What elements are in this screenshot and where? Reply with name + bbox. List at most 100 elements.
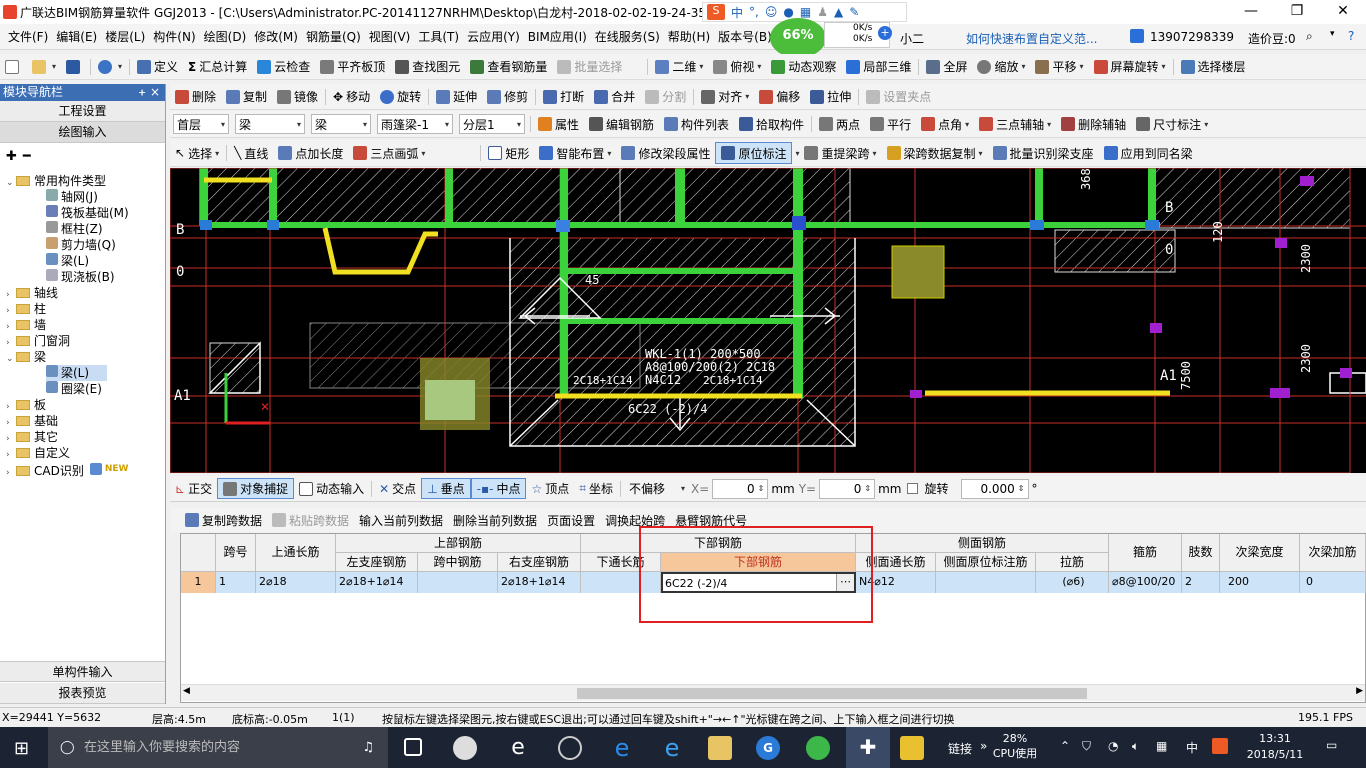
tree-shear-wall[interactable]: 剪力墙(Q) <box>46 237 116 253</box>
x-input[interactable]: 0 ⇕ <box>712 478 769 499</box>
tree-foundation[interactable]: › 基础 <box>6 413 58 429</box>
tree-beam-common[interactable]: 梁(L) <box>46 253 89 269</box>
re-extract-span-button[interactable]: 重提梁跨 ▾ <box>799 140 881 166</box>
menu-online[interactable]: 在线服务(S) <box>591 24 664 50</box>
edge-legacy-icon[interactable]: e <box>506 736 530 760</box>
view-rebar-button[interactable]: 查看钢筋量 <box>465 54 552 79</box>
file-explorer-icon[interactable] <box>708 736 732 760</box>
dynamic-input-toggle[interactable]: 动态输入 <box>294 476 369 501</box>
rotate-button[interactable]: 旋转 <box>375 84 426 109</box>
three-point-arc-button[interactable]: 三点画弧 ▾ <box>348 140 430 166</box>
project-settings-button[interactable]: 工程设置 <box>0 101 165 122</box>
delete-button[interactable]: 删除 <box>170 84 221 109</box>
zoom-button[interactable]: 缩放 ▾ <box>972 54 1030 79</box>
mirror-button[interactable]: 镜像 <box>272 84 323 109</box>
rotate-input[interactable]: 0.000 ⇕ <box>960 478 1029 499</box>
three-point-axis-button[interactable]: 三点辅轴 ▾ <box>974 111 1056 137</box>
select-floor-button[interactable]: 选择楼层 <box>1176 54 1251 79</box>
copy-span-data-grid-button[interactable]: 复制跨数据 <box>180 508 267 532</box>
net-widget[interactable]: 66% 0K/s 0K/s + <box>770 18 894 58</box>
split-button[interactable]: 分割 <box>640 84 691 109</box>
select-button[interactable]: ↖ 选择 ▾ <box>170 140 224 166</box>
paste-span-data-button[interactable]: 粘贴跨数据 <box>267 508 354 532</box>
link-chevron-icon[interactable]: » <box>980 739 987 753</box>
cell-legs[interactable]: 2 <box>1182 572 1220 593</box>
help-icon[interactable]: ? <box>1348 29 1354 43</box>
tree-column[interactable]: › 柱 <box>6 301 46 317</box>
rotate-checkbox[interactable] <box>907 483 919 494</box>
line-button[interactable]: ╲ 直线 <box>229 140 273 166</box>
tree-other[interactable]: › 其它 <box>6 429 58 445</box>
floor-select[interactable]: 首层 ▾ <box>173 114 229 134</box>
page-setup-button[interactable]: 页面设置 <box>542 508 600 532</box>
rotate-screen-button[interactable]: 屏幕旋转 ▾ <box>1089 54 1171 79</box>
component-list-button[interactable]: 构件列表 <box>659 111 734 137</box>
point-length-button[interactable]: 点加长度 <box>273 140 348 166</box>
skin-icon[interactable]: ▲ <box>834 5 843 19</box>
new-button[interactable] <box>0 54 27 79</box>
perpendicular-snap[interactable]: ⊥ 垂点 <box>421 478 471 499</box>
close-icon[interactable]: × <box>150 84 160 101</box>
copy-button[interactable]: 复制 <box>221 84 272 109</box>
ie-icon[interactable]: e <box>660 736 684 760</box>
menu-file[interactable]: 文件(F) <box>4 24 52 50</box>
cell-span-no[interactable]: 1 <box>216 572 256 593</box>
view-2d-button[interactable]: 二维 ▾ <box>650 54 708 79</box>
task-view-icon[interactable] <box>404 738 422 756</box>
user-icon[interactable]: ♟ <box>817 5 828 19</box>
glodon-g-icon[interactable]: G <box>756 736 780 760</box>
drawing-canvas[interactable]: ✕ WKL-1(1) 200*500 A8@100/200(2) 2C18 N4… <box>170 168 1366 473</box>
find-element-button[interactable]: 查找图元 <box>390 54 465 79</box>
pinwheel-app-icon[interactable] <box>453 736 477 760</box>
taskbar-search[interactable]: ◯ 在这里输入你要搜索的内容 ♫ <box>48 727 388 768</box>
user-name[interactable]: 小二 <box>900 30 924 47</box>
tree-beam-selected[interactable]: 梁(L) <box>46 365 108 381</box>
pick-component-button[interactable]: 拾取构件 <box>734 111 809 137</box>
cloud-check-button[interactable]: 云检查 <box>252 54 315 79</box>
in-situ-label-button[interactable]: 原位标注 <box>715 142 793 164</box>
account-icon[interactable] <box>1130 29 1144 43</box>
tree-ring-beam[interactable]: 圈梁(E) <box>46 381 102 397</box>
volume-icon[interactable]: 🔈︎ <box>1132 739 1139 754</box>
tree-plate[interactable]: › 板 <box>6 397 46 413</box>
tree-opening[interactable]: › 门窗洞 <box>6 333 70 349</box>
delete-column-button[interactable]: 删除当前列数据 <box>448 508 542 532</box>
add-icon[interactable]: + <box>878 26 892 40</box>
offset-select[interactable]: 不偏移 ▾ <box>626 479 688 499</box>
cell-mid-span[interactable] <box>418 572 498 593</box>
coordinate-snap[interactable]: ⌗ 坐标 <box>574 476 618 501</box>
summary-button[interactable]: Σ 汇总计算 <box>183 54 252 79</box>
menu-component[interactable]: 构件(N) <box>149 24 199 50</box>
cell-tie[interactable]: (⌀6) <box>1036 572 1109 593</box>
layer-select[interactable]: 分层1 ▾ <box>459 114 525 134</box>
search-icon[interactable]: ⌕ <box>1306 29 1313 44</box>
tree-common-types[interactable]: ⌄ 常用构件类型 <box>6 173 106 189</box>
active-app-icon[interactable]: ✚ <box>846 727 890 768</box>
extend-button[interactable]: 延伸 <box>431 84 482 109</box>
align-button[interactable]: 对齐 ▾ <box>696 84 754 109</box>
stretch-button[interactable]: 拉伸 <box>805 84 856 109</box>
menu-rebar[interactable]: 钢筋量(Q) <box>302 24 365 50</box>
delete-axis-button[interactable]: 删除辅轴 <box>1056 111 1131 137</box>
menu-tools[interactable]: 工具(T) <box>414 24 463 50</box>
ime-lang[interactable]: 中 <box>731 4 743 21</box>
tree-frame-column[interactable]: 框柱(Z) <box>46 221 103 237</box>
tree-slab[interactable]: 现浇板(B) <box>46 269 115 285</box>
point-angle-button[interactable]: 点角 ▾ <box>916 111 974 137</box>
tree-axis-grid[interactable]: 轴网(J) <box>46 189 98 205</box>
menu-edit[interactable]: 编辑(E) <box>52 24 101 50</box>
component-select[interactable]: 雨篷梁-1 ▾ <box>377 114 453 134</box>
mic-icon[interactable]: ● <box>783 5 793 19</box>
orbit-button[interactable]: 动态观察 <box>766 54 841 79</box>
local-3d-button[interactable]: 局部三维 <box>841 54 916 79</box>
vertex-snap[interactable]: ☆ 顶点 <box>526 476 574 501</box>
chevron-down-icon[interactable]: ▾ <box>1330 29 1335 39</box>
batch-select-button[interactable]: 批量选择 <box>552 54 627 79</box>
menu-version[interactable]: 版本号(B) <box>714 24 776 50</box>
cad-drawing[interactable]: ✕ WKL-1(1) 200*500 A8@100/200(2) 2C18 N4… <box>170 168 1366 473</box>
notes-app-icon[interactable] <box>900 736 924 760</box>
trim-button[interactable]: 修剪 <box>482 84 533 109</box>
edge-icon[interactable]: e <box>610 736 634 760</box>
menu-help[interactable]: 帮助(H) <box>664 24 714 50</box>
move-button[interactable]: ✥ 移动 <box>328 84 375 109</box>
